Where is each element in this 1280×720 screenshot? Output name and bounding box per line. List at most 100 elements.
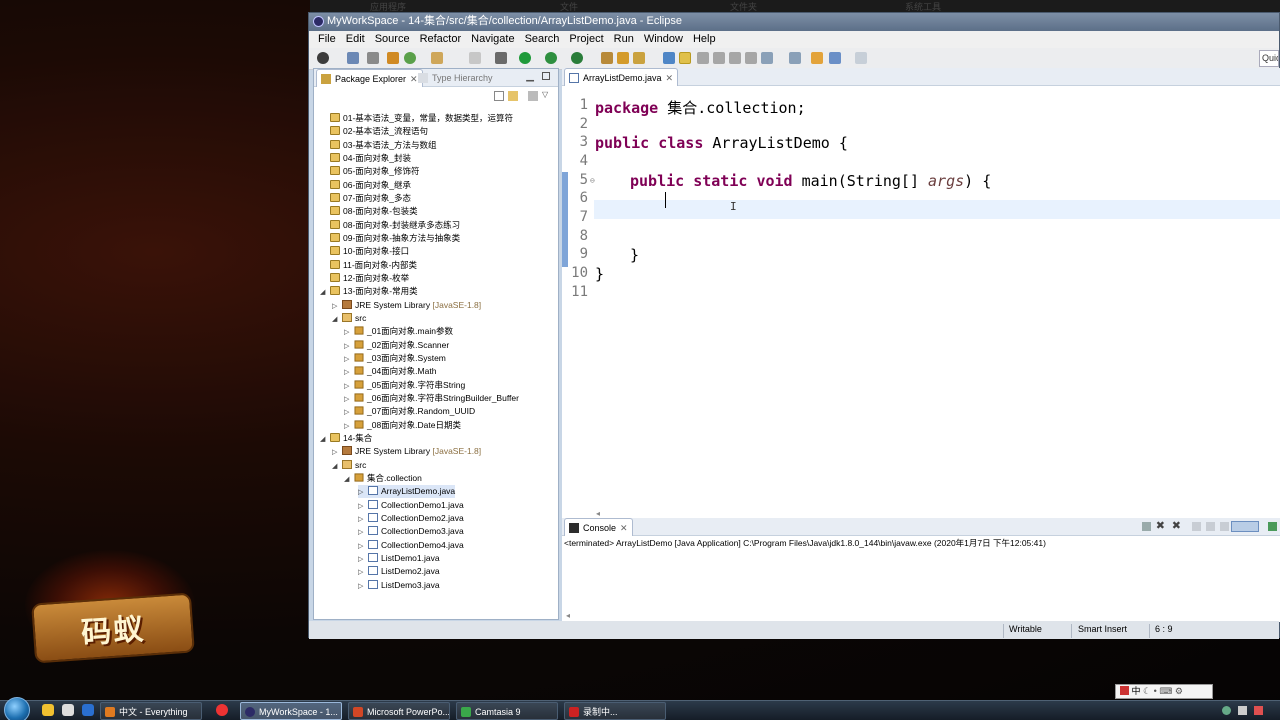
- code-area[interactable]: 1 2 3 4 5 ⊖ 6 7 8 9 10 11 package 集合.col…: [562, 90, 1280, 518]
- tree-project[interactable]: 08-面向对象-包装类: [330, 205, 418, 218]
- tree-package[interactable]: ▷ _03面向对象.System: [344, 352, 446, 365]
- scroll-left-icon[interactable]: ◂: [566, 611, 570, 620]
- tab-console[interactable]: Console ✕: [564, 518, 633, 536]
- tray-network-icon[interactable]: [1222, 706, 1231, 715]
- menu-run[interactable]: Run: [609, 31, 639, 48]
- chrome-icon[interactable]: [216, 704, 228, 716]
- new-icon[interactable]: [317, 52, 329, 64]
- quick-access-input[interactable]: Quic: [1259, 50, 1279, 67]
- start-button[interactable]: [4, 697, 30, 720]
- task-eclipse[interactable]: MyWorkSpace - 1...: [240, 702, 342, 720]
- ime-toolbar[interactable]: 中 ☾ • ⌨ ⚙: [1115, 684, 1213, 699]
- fold-icon[interactable]: ⊖: [590, 176, 595, 185]
- highlight-icon[interactable]: [679, 52, 691, 64]
- menu-edit[interactable]: Edit: [341, 31, 370, 48]
- collapsed-arrow-icon[interactable]: ▷: [358, 580, 368, 593]
- close-icon[interactable]: ✕: [620, 523, 628, 533]
- tree-project[interactable]: 03-基本语法_方法与数组: [330, 139, 437, 152]
- tree-java-file[interactable]: ▷ ListDemo1.java: [358, 552, 440, 565]
- tree-jre-library[interactable]: ▷ JRE System Library [JavaSE-1.8]: [332, 445, 481, 458]
- debug-icon[interactable]: [495, 52, 507, 64]
- terminate-icon[interactable]: [1142, 522, 1151, 531]
- back-icon[interactable]: [829, 52, 841, 64]
- ime-punct-icon[interactable]: •: [1154, 686, 1157, 696]
- scroll-lock-icon[interactable]: [1206, 522, 1215, 531]
- menu-source[interactable]: Source: [370, 31, 415, 48]
- expanded-arrow-icon[interactable]: ◢: [320, 433, 330, 446]
- menu-window[interactable]: Window: [639, 31, 688, 48]
- tree-java-file[interactable]: ▷ ListDemo3.java: [358, 579, 440, 592]
- expanded-arrow-icon[interactable]: ◢: [332, 313, 342, 326]
- menu-navigate[interactable]: Navigate: [466, 31, 519, 48]
- paragraph-icon[interactable]: [745, 52, 757, 64]
- window-titlebar[interactable]: MyWorkSpace - 14-集合/src/集合/collection/Ar…: [309, 13, 1279, 31]
- tree-project[interactable]: 02-基本语法_流程语句: [330, 125, 428, 138]
- tree-project-14[interactable]: ◢ 14-集合: [320, 432, 372, 445]
- collapsed-arrow-icon[interactable]: ▷: [332, 446, 342, 459]
- collapsed-arrow-icon[interactable]: ▷: [344, 406, 354, 419]
- tree-project[interactable]: 04-面向对象_封装: [330, 152, 411, 165]
- tree-package[interactable]: ▷ _05面向对象.字符串String: [344, 379, 465, 392]
- forward-icon[interactable]: [855, 52, 867, 64]
- ime-settings-icon[interactable]: ⚙: [1175, 686, 1183, 696]
- tree-package[interactable]: ▷ _02面向对象.Scanner: [344, 339, 449, 352]
- scroll-left-icon[interactable]: ◂: [596, 509, 600, 518]
- task-recording[interactable]: 录制中...: [564, 702, 666, 720]
- remove-launch-icon[interactable]: ✖: [1156, 519, 1165, 532]
- new-java-project-icon[interactable]: [601, 52, 613, 64]
- new-package-icon[interactable]: [617, 52, 629, 64]
- package-icon[interactable]: [387, 52, 399, 64]
- tray-app-icon[interactable]: [1254, 706, 1263, 715]
- last-edit-icon[interactable]: [811, 52, 823, 64]
- run-icon[interactable]: [519, 52, 531, 64]
- tree-package[interactable]: ▷ _01面向对象.main参数: [344, 325, 453, 338]
- tree-java-file-selected[interactable]: ▷ ArrayListDemo.java: [358, 485, 456, 499]
- ime-moon-icon[interactable]: ☾: [1143, 686, 1151, 696]
- open-type-icon[interactable]: [663, 52, 675, 64]
- ime-keyboard-icon[interactable]: ⌨: [1159, 686, 1172, 696]
- word-wrap-icon[interactable]: [1220, 522, 1229, 531]
- code-editor[interactable]: ArrayListDemo.java ✕ 1 2 3 4 5 ⊖ 6 7 8 9 …: [562, 68, 1280, 518]
- tree-java-file[interactable]: ▷ ListDemo2.java: [358, 565, 440, 578]
- tree-jre-library[interactable]: ▷ JRE System Library [JavaSE-1.8]: [332, 299, 481, 312]
- tree-project[interactable]: 08-面向对象-封装继承多态练习: [330, 219, 460, 232]
- tab-package-explorer[interactable]: Package Explorer ✕: [316, 69, 423, 87]
- collapsed-arrow-icon[interactable]: ▷: [358, 486, 368, 499]
- expanded-arrow-icon[interactable]: ◢: [344, 473, 354, 486]
- tree-project[interactable]: 11-面向对象-内部类: [330, 259, 417, 272]
- tree-project[interactable]: 05-面向对象_修饰符: [330, 165, 420, 178]
- collapsed-arrow-icon[interactable]: ▷: [358, 526, 368, 539]
- menu-help[interactable]: Help: [688, 31, 721, 48]
- task-powerpoint[interactable]: Microsoft PowerPo...: [348, 702, 450, 720]
- close-icon[interactable]: ✕: [666, 73, 674, 83]
- block-selection-icon[interactable]: [713, 52, 725, 64]
- expanded-arrow-icon[interactable]: ◢: [332, 460, 342, 473]
- menu-refactor[interactable]: Refactor: [415, 31, 467, 48]
- tab-type-hierarchy[interactable]: Type Hierarchy: [414, 69, 497, 87]
- tree-java-file[interactable]: ▷ CollectionDemo4.java: [358, 539, 464, 552]
- tree-java-file[interactable]: ▷ CollectionDemo3.java: [358, 525, 464, 538]
- show-whitespace-icon[interactable]: [729, 52, 741, 64]
- clear-console-icon[interactable]: [1192, 522, 1201, 531]
- tree-src-folder[interactable]: ◢ src: [332, 459, 366, 472]
- tree-package[interactable]: ▷ _08面向对象.Date日期类: [344, 419, 461, 432]
- coverage-icon[interactable]: [571, 52, 583, 64]
- tree-package[interactable]: ▷ _07面向对象.Random_UUID: [344, 405, 475, 418]
- tree-package[interactable]: ▷ _06面向对象.字符串StringBuilder_Buffer: [344, 392, 519, 405]
- tree-project[interactable]: 07-面向对象_多态: [330, 192, 411, 205]
- search-icon[interactable]: [697, 52, 709, 64]
- tree-project[interactable]: 01-基本语法_变量，常量，数据类型，运算符: [330, 112, 513, 125]
- open-console-icon[interactable]: [1268, 522, 1277, 531]
- display-console-icon[interactable]: [1231, 521, 1259, 532]
- prev-annotation-icon[interactable]: [789, 52, 801, 64]
- expanded-arrow-icon[interactable]: ◢: [320, 286, 330, 299]
- remove-all-icon[interactable]: ✖: [1172, 519, 1181, 532]
- maximize-icon[interactable]: [542, 72, 550, 80]
- menu-project[interactable]: Project: [564, 31, 608, 48]
- open-folder-icon[interactable]: [431, 52, 443, 64]
- external-tools-icon[interactable]: [545, 52, 557, 64]
- tree-project[interactable]: 10-面向对象-接口: [330, 245, 409, 258]
- tree-java-file[interactable]: ▷ CollectionDemo2.java: [358, 512, 464, 525]
- quicklaunch-icon[interactable]: [62, 704, 74, 716]
- tree-project[interactable]: 12-面向对象-枚举: [330, 272, 409, 285]
